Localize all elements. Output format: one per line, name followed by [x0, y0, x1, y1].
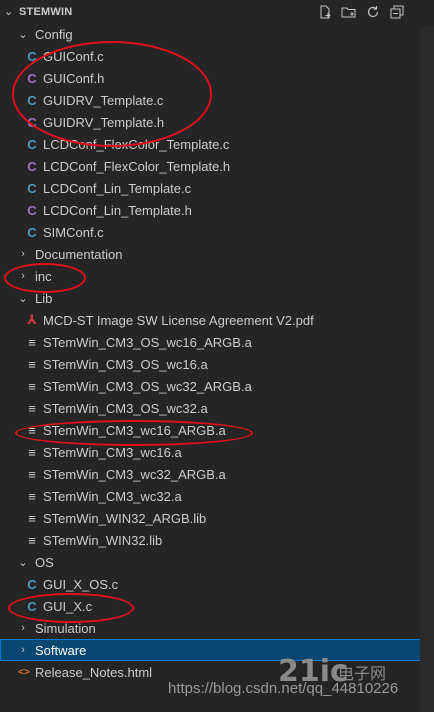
- tree-item-label: STemWin_CM3_wc32_ARGB.a: [43, 466, 226, 482]
- tree-file[interactable]: ≡ STemWin_CM3_OS_wc16_ARGB.a: [0, 331, 434, 353]
- tree-item-label: Config: [35, 26, 73, 42]
- c-file-icon: C: [27, 92, 37, 108]
- binary-file-icon: ≡: [28, 532, 36, 548]
- tree-item-label: STemWin_CM3_OS_wc16_ARGB.a: [43, 334, 252, 350]
- c-file-icon: C: [27, 576, 37, 592]
- tree-file[interactable]: C LCDConf_Lin_Template.c: [0, 177, 434, 199]
- tree-folder[interactable]: ⌄ Lib: [0, 287, 429, 309]
- binary-file-icon: ≡: [28, 466, 36, 482]
- tree-item-label: STemWin_CM3_wc16.a: [43, 444, 182, 460]
- chevron-right-icon[interactable]: ›: [17, 622, 29, 634]
- tree-folder[interactable]: › Simulation: [0, 617, 429, 639]
- tree-file[interactable]: C GUIConf.h: [0, 67, 434, 89]
- c-file-icon: C: [27, 136, 37, 152]
- chevron-down-icon[interactable]: ⌄: [17, 556, 29, 569]
- tree-item-label: Software: [35, 642, 87, 658]
- c-file-icon: C: [27, 48, 37, 64]
- tree-item-label: Documentation: [35, 246, 123, 262]
- tree-file[interactable]: ≡ STemWin_CM3_wc32_ARGB.a: [0, 463, 434, 485]
- tree-file[interactable]: ≡ STemWin_WIN32.lib: [0, 529, 434, 551]
- tree-item-label: STemWin_WIN32_ARGB.lib: [43, 510, 207, 526]
- tree-item-label: inc: [35, 268, 52, 284]
- explorer-actions: [316, 3, 406, 21]
- binary-file-icon: ≡: [28, 510, 36, 526]
- tree-folder[interactable]: › Documentation: [0, 243, 429, 265]
- tree-folder[interactable]: ⌄ OS: [0, 551, 429, 573]
- tree-item-label: OS: [35, 554, 54, 570]
- c-file-icon: C: [27, 598, 37, 614]
- tree-item-label: SIMConf.c: [43, 224, 104, 240]
- tree-item-label: GUIDRV_Template.h: [43, 114, 165, 130]
- watermark-url: https://blog.csdn.net/qq_44810226: [168, 680, 399, 697]
- new-folder-icon[interactable]: [340, 3, 358, 21]
- chevron-down-icon[interactable]: ⌄: [4, 5, 13, 18]
- tree-item-label: STemWin_CM3_OS_wc16.a: [43, 356, 208, 372]
- chevron-down-icon[interactable]: ⌄: [17, 28, 29, 41]
- h-file-icon: C: [27, 70, 37, 86]
- tree-file[interactable]: ≡ STemWin_CM3_wc32.a: [0, 485, 434, 507]
- binary-file-icon: ≡: [28, 422, 36, 438]
- tree-folder[interactable]: › inc: [0, 265, 429, 287]
- tree-item-label: LCDConf_Lin_Template.h: [43, 202, 192, 218]
- tree-item-label: STemWin_CM3_OS_wc32.a: [43, 400, 208, 416]
- h-file-icon: C: [27, 114, 37, 130]
- tree-item-label: LCDConf_Lin_Template.c: [43, 180, 192, 196]
- tree-file[interactable]: C SIMConf.c: [0, 221, 434, 243]
- tree-item-label: STemWin_CM3_OS_wc32_ARGB.a: [43, 378, 252, 394]
- tree-file[interactable]: C GUI_X_OS.c: [0, 573, 434, 595]
- tree-file[interactable]: C LCDConf_FlexColor_Template.h: [0, 155, 434, 177]
- tree-file[interactable]: C GUIConf.c: [0, 45, 434, 67]
- tree-file[interactable]: C GUIDRV_Template.h: [0, 111, 434, 133]
- tree-file[interactable]: ≡ STemWin_CM3_OS_wc16.a: [0, 353, 434, 375]
- tree-file[interactable]: C LCDConf_Lin_Template.h: [0, 199, 434, 221]
- tree-file[interactable]: ≡ STemWin_CM3_wc16_ARGB.a: [0, 419, 434, 441]
- tree-item-label: Lib: [35, 290, 53, 306]
- pdf-file-icon: ⅄: [27, 312, 37, 327]
- refresh-icon[interactable]: [364, 3, 382, 21]
- tree-item-label: LCDConf_FlexColor_Template.h: [43, 158, 231, 174]
- c-file-icon: C: [27, 224, 37, 240]
- tree-item-label: LCDConf_FlexColor_Template.c: [43, 136, 230, 152]
- tree-item-label: GUI_X_OS.c: [43, 576, 119, 592]
- binary-file-icon: ≡: [28, 356, 36, 372]
- chevron-right-icon[interactable]: ›: [17, 270, 29, 282]
- tree-file[interactable]: ≡ STemWin_CM3_OS_wc32_ARGB.a: [0, 375, 434, 397]
- scrollbar[interactable]: [420, 26, 434, 712]
- tree-item-label: MCD-ST Image SW License Agreement V2.pdf: [43, 312, 314, 328]
- c-file-icon: C: [27, 180, 37, 196]
- tree-item-label: GUIConf.h: [43, 70, 105, 86]
- tree-folder[interactable]: ⌄ Config: [0, 23, 429, 45]
- chevron-right-icon[interactable]: ›: [17, 248, 29, 260]
- binary-file-icon: ≡: [28, 444, 36, 460]
- tree-item-label: GUIDRV_Template.c: [43, 92, 164, 108]
- binary-file-icon: ≡: [28, 400, 36, 416]
- tree-item-label: Release_Notes.html: [35, 664, 153, 680]
- new-file-icon[interactable]: [316, 3, 334, 21]
- tree-file[interactable]: C LCDConf_FlexColor_Template.c: [0, 133, 434, 155]
- tree-item-label: Simulation: [35, 620, 96, 636]
- tree-file[interactable]: ≡ STemWin_CM3_OS_wc32.a: [0, 397, 434, 419]
- tree-item-label: STemWin_WIN32.lib: [43, 532, 163, 548]
- chevron-down-icon[interactable]: ⌄: [17, 292, 29, 305]
- tree-file[interactable]: C GUIDRV_Template.c: [0, 89, 434, 111]
- h-file-icon: C: [27, 158, 37, 174]
- html-file-icon: <>: [18, 666, 30, 678]
- tree-file[interactable]: ≡ STemWin_WIN32_ARGB.lib: [0, 507, 434, 529]
- tree-item-label: GUI_X.c: [43, 598, 93, 614]
- binary-file-icon: ≡: [28, 378, 36, 394]
- binary-file-icon: ≡: [28, 488, 36, 504]
- explorer-title: STEMWIN: [19, 6, 73, 18]
- h-file-icon: C: [27, 202, 37, 218]
- collapse-all-icon[interactable]: [388, 3, 406, 21]
- tree-item-label: STemWin_CM3_wc32.a: [43, 488, 182, 504]
- tree-item-label: GUIConf.c: [43, 48, 104, 64]
- tree-item-label: STemWin_CM3_wc16_ARGB.a: [43, 422, 226, 438]
- tree-file[interactable]: ⅄ MCD-ST Image SW License Agreement V2.pd…: [0, 309, 434, 331]
- tree-folder[interactable]: › Software: [0, 639, 429, 661]
- binary-file-icon: ≡: [28, 334, 36, 350]
- tree-file[interactable]: ≡ STemWin_CM3_wc16.a: [0, 441, 434, 463]
- tree-file[interactable]: C GUI_X.c: [0, 595, 434, 617]
- chevron-right-icon[interactable]: ›: [17, 644, 29, 656]
